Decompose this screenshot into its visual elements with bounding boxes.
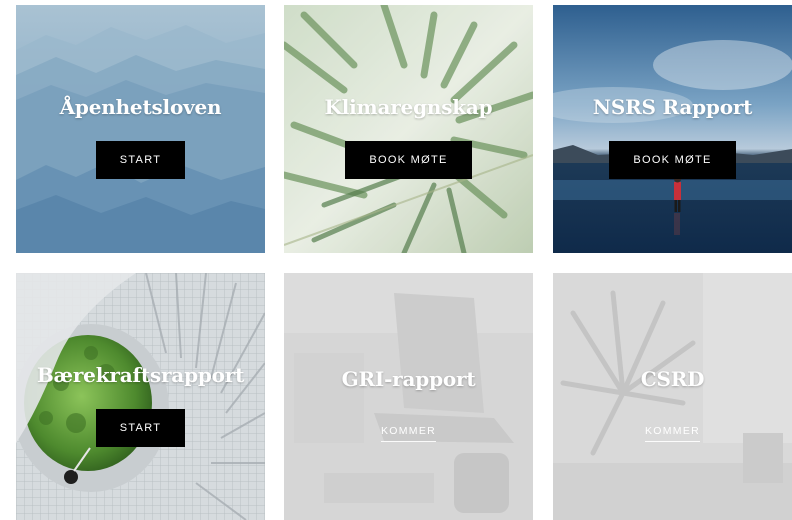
card-title: CSRD <box>640 367 705 391</box>
card-apenhetsloven[interactable]: Åpenhetsloven START <box>16 5 265 253</box>
card-title: Åpenhetsloven <box>59 95 222 119</box>
card-title: Klimaregnskap <box>324 95 493 119</box>
coming-soon-label: KOMMER <box>644 419 701 442</box>
card-content: Åpenhetsloven START <box>60 95 222 179</box>
card-title: NSRS Rapport <box>592 95 753 119</box>
card-csrd[interactable]: CSRD KOMMER <box>553 273 792 520</box>
card-gri-rapport[interactable]: GRI-rapport KOMMER <box>284 273 533 520</box>
card-content: NSRS Rapport BOOK MØTE <box>593 95 752 179</box>
coming-soon-label: KOMMER <box>380 419 437 442</box>
card-title: Bærekraftsrapport <box>36 362 245 387</box>
card-klimaregnskap[interactable]: Klimaregnskap BOOK MØTE <box>284 5 533 253</box>
card-title: GRI-rapport <box>341 367 476 391</box>
card-content: Bærekraftsrapport START <box>37 363 244 447</box>
book-meeting-button[interactable]: BOOK MØTE <box>609 141 736 179</box>
start-button[interactable]: START <box>95 141 186 179</box>
service-card-grid: Åpenhetsloven START Klimaregnskap BOOK M… <box>0 0 792 520</box>
card-nsrs-rapport[interactable]: NSRS Rapport BOOK MØTE <box>553 5 792 253</box>
card-baerekraftsrapport[interactable]: Bærekraftsrapport START <box>16 273 265 520</box>
card-content: GRI-rapport KOMMER <box>342 367 476 442</box>
start-button[interactable]: START <box>95 408 186 447</box>
card-content: CSRD KOMMER <box>640 367 705 442</box>
card-content: Klimaregnskap BOOK MØTE <box>325 95 493 179</box>
book-meeting-button[interactable]: BOOK MØTE <box>345 141 472 179</box>
